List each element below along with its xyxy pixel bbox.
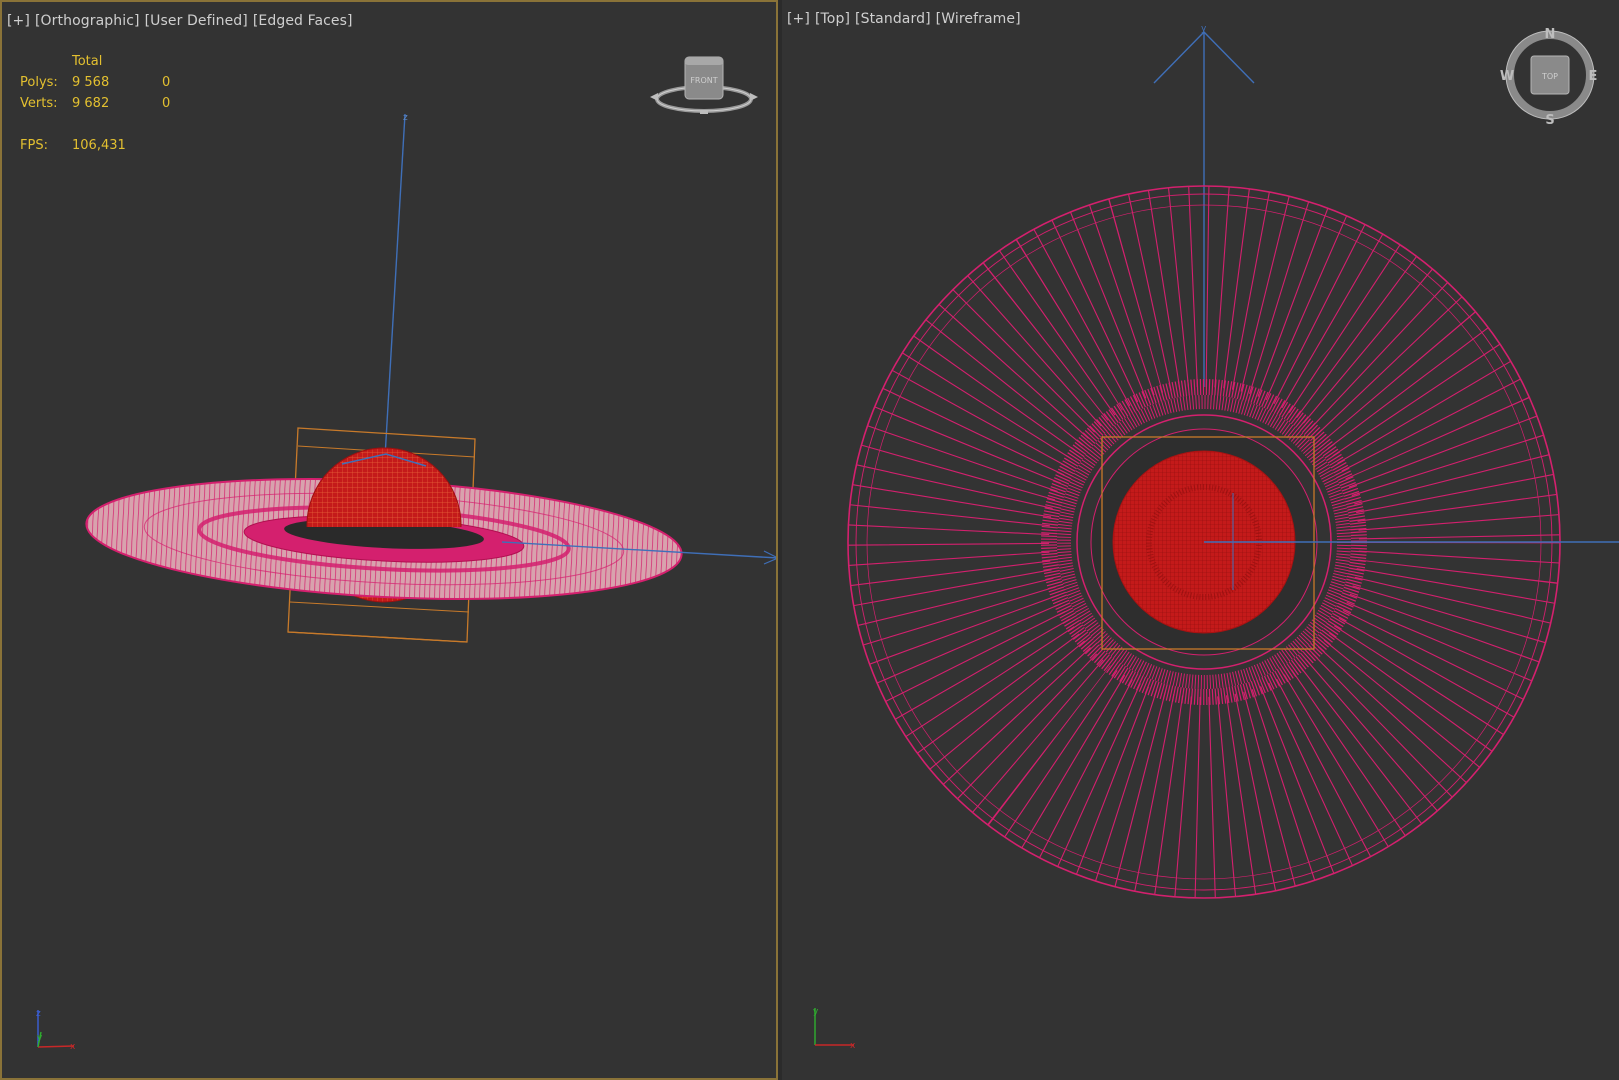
viewcube-compass[interactable]: TOP N S E W — [1500, 27, 1598, 128]
viewcube-widget[interactable]: FRONT — [650, 56, 758, 114]
tripod-z-label: z — [36, 1009, 41, 1019]
scene-top: y TOP N S E W y x — [813, 24, 1619, 1051]
tripod-y-label: y — [813, 1007, 819, 1017]
axis-tripod: y x — [813, 1007, 856, 1051]
tripod-x-label: x — [70, 1042, 76, 1052]
world-z-axis — [384, 113, 406, 458]
viewport-layout: [+] [Orthographic] [User Defined] [Edged Fa… — [0, 0, 1619, 1080]
scene-perspective: z FRONT z y x — [36, 56, 776, 1052]
axis-z-label: z — [403, 113, 408, 123]
tripod-x-label: x — [850, 1041, 856, 1051]
compass-east[interactable]: E — [1589, 69, 1598, 84]
viewcube-top-face[interactable]: TOP — [1541, 72, 1558, 81]
viewport-top[interactable]: [+] [Top] [Standard] [Wireframe] y TOP N… — [782, 0, 1619, 1080]
viewport-orthographic[interactable]: [+] [Orthographic] [User Defined] [Edged Fa… — [0, 0, 778, 1080]
compass-west[interactable]: W — [1500, 69, 1514, 84]
compass-north[interactable]: N — [1545, 27, 1556, 42]
axis-tripod: z y x — [36, 1009, 76, 1052]
viewcube-front-face[interactable]: FRONT — [690, 76, 717, 85]
compass-south[interactable]: S — [1545, 113, 1554, 128]
tripod-y-label: y — [37, 1033, 43, 1043]
axis-y-label: y — [1201, 24, 1207, 34]
